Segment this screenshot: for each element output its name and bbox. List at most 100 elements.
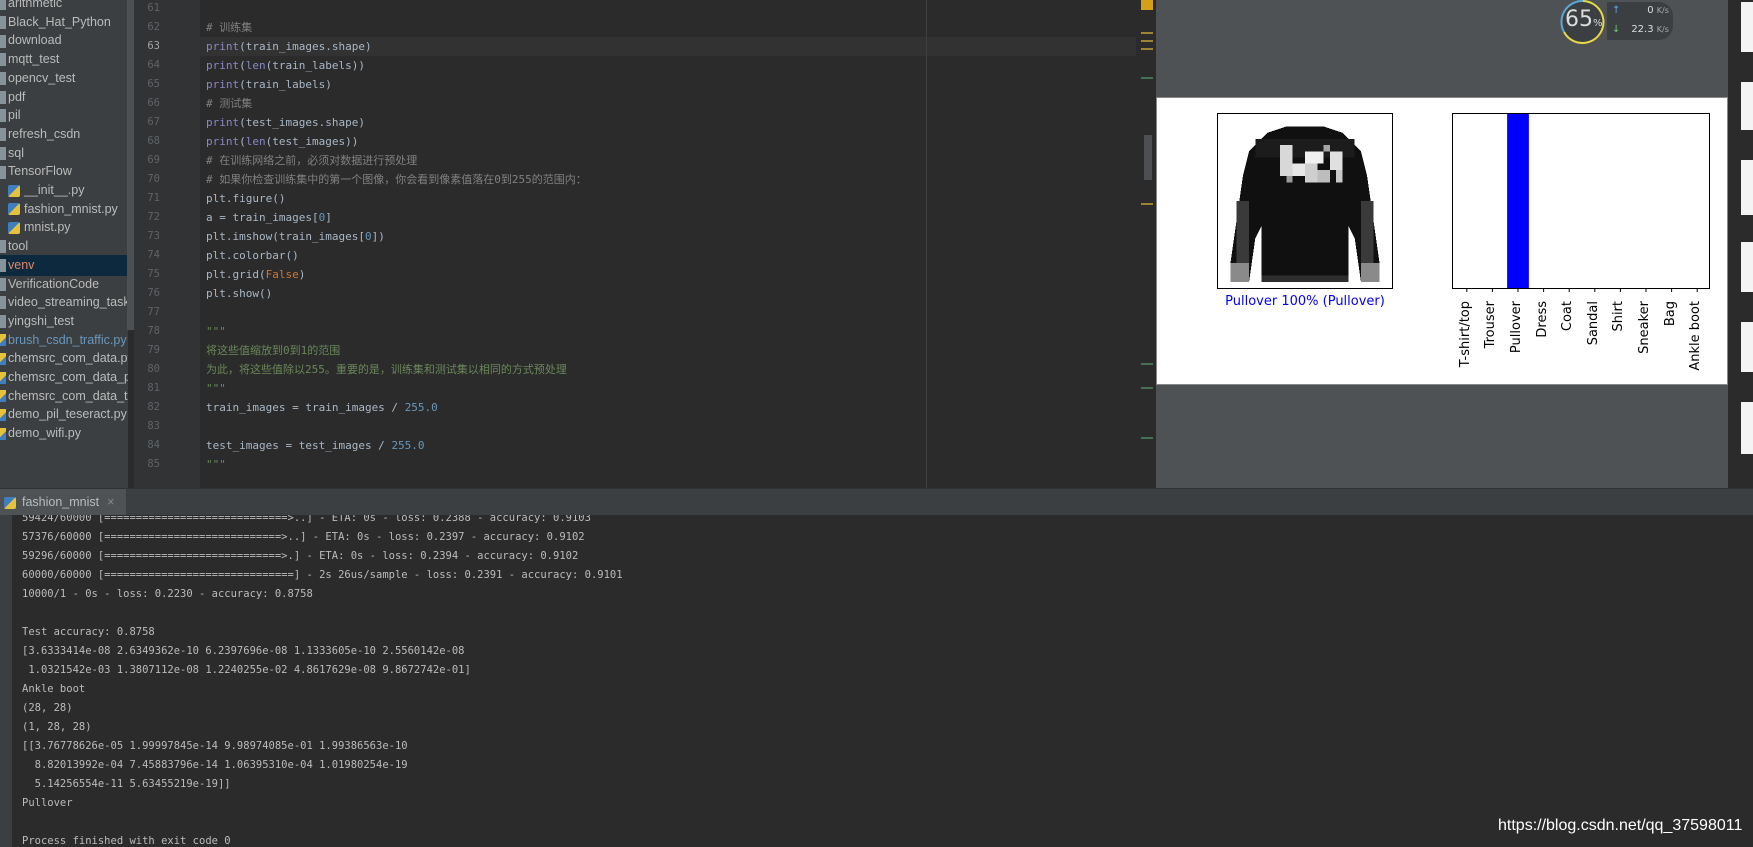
code-line[interactable]: train_images = train_images / 255.0 [206, 398, 438, 417]
x-tick-label: Bag [1662, 301, 1678, 327]
code-line[interactable]: # 在训练网络之前，必须对数据进行预处理 [206, 151, 417, 170]
code-line[interactable]: """ [206, 379, 226, 398]
download-arrow-icon: ↓ [1612, 24, 1621, 35]
console-line: Pullover [22, 797, 73, 809]
warning-marker[interactable] [1141, 0, 1153, 10]
code-line[interactable]: """ [206, 455, 226, 474]
change-marker[interactable] [1141, 437, 1153, 439]
change-marker[interactable] [1141, 363, 1153, 365]
python-file-icon [0, 334, 6, 347]
error-stripe-marker[interactable] [1141, 32, 1153, 34]
code-line[interactable]: 将这些值缩放到0到1的范围 [206, 341, 340, 360]
thumbnail-image[interactable] [1741, 402, 1753, 454]
code-line[interactable]: print(train_images.shape) [206, 37, 372, 56]
folder-icon [0, 109, 6, 123]
code-line[interactable]: plt.imshow(train_images[0]) [206, 227, 385, 246]
tree-item-label: TensorFlow [8, 164, 72, 179]
tree-item-label: yingshi_test [8, 313, 75, 328]
folder-icon [0, 128, 6, 142]
python-file-icon [8, 184, 20, 197]
tree-file[interactable]: demo_wifi.py [0, 423, 128, 444]
tree-item-label: pil [8, 108, 21, 123]
close-tab-icon[interactable]: × [107, 495, 114, 509]
tree-item-label: brush_csdn_traffic.py [8, 332, 127, 347]
run-tab-label: fashion_mnist [22, 495, 100, 509]
line-number: 64 [147, 59, 160, 71]
code-line[interactable]: plt.colorbar() [206, 246, 299, 265]
download-speed: 22.3 [1631, 24, 1654, 35]
tree-item-label: mqtt_test [8, 52, 60, 67]
code-line[interactable]: a = train_images[0] [206, 208, 332, 227]
folder-icon [0, 90, 6, 104]
code-line[interactable]: plt.grid(False) [206, 265, 305, 284]
thumbnail-image[interactable] [1741, 82, 1753, 130]
code-line[interactable]: print(len(train_labels)) [206, 56, 365, 75]
upload-arrow-icon: ↑ [1612, 5, 1621, 16]
cpu-percent: 65 [1565, 7, 1593, 32]
line-number: 71 [147, 192, 160, 204]
code-line[interactable]: plt.show() [206, 284, 272, 303]
matplotlib-figure: Pullover 100% (Pullover) T-shirt/top Trou… [1156, 97, 1728, 385]
code-line[interactable]: plt.figure() [206, 189, 285, 208]
error-stripe-marker[interactable] [1141, 48, 1153, 50]
error-stripe-marker[interactable] [1141, 203, 1153, 205]
tree-item-label: refresh_csdn [8, 126, 81, 141]
code-line[interactable]: # 测试集 [206, 94, 252, 113]
run-tab-fashion-mnist[interactable]: fashion_mnist × [0, 489, 127, 515]
sample-image-axes [1217, 113, 1393, 289]
folder-icon [0, 165, 6, 179]
tree-item-label: chemsrc_com_data_tes [8, 388, 128, 403]
thumbnail-image[interactable] [1741, 2, 1753, 52]
line-number: 78 [147, 325, 160, 337]
folder-icon [0, 240, 6, 254]
code-line[interactable]: print(train_labels) [206, 75, 332, 94]
code-line[interactable]: test_images = test_images / 255.0 [206, 436, 425, 455]
tree-item-label: tool [8, 239, 29, 254]
code-line[interactable]: """ [206, 322, 226, 341]
tree-item-label: demo_pil_teseract.py [8, 407, 127, 422]
tree-item-label: fashion_mnist.py [24, 201, 118, 216]
x-tick-label: Trouser [1483, 301, 1499, 349]
code-line[interactable]: 为此，将这些值除以255。重要的是，训练集和测试集以相同的方式预处理 [206, 360, 567, 379]
python-file-icon [8, 203, 20, 216]
thumbnail-image[interactable] [1741, 160, 1753, 215]
line-number: 84 [147, 439, 160, 451]
console-line: 59424/60000 [===========================… [22, 515, 591, 524]
console-line: Test accuracy: 0.8758 [22, 626, 155, 638]
upload-speed: 0 [1647, 5, 1654, 16]
change-marker[interactable] [1141, 77, 1153, 79]
run-tab-bar: fashion_mnist × [0, 488, 1753, 515]
line-number: 76 [147, 287, 160, 299]
console-line: [3.6333414e-08 2.6349362e-10 6.2397696e-… [22, 645, 465, 657]
folder-icon [0, 15, 6, 29]
network-monitor-widget[interactable]: 65% ↑ 0 K/s ↓ 22.3 K/s [1551, 0, 1673, 48]
x-tick-label: Coat [1560, 301, 1576, 332]
x-tick-label: Dress [1534, 301, 1550, 338]
tree-item-label: pdf [8, 89, 26, 104]
console-line: 8.82013992e-04 7.45883796e-14 1.06395310… [22, 759, 408, 771]
line-number: 82 [147, 401, 160, 413]
error-stripe-marker[interactable] [1141, 40, 1153, 42]
thumbnail-image[interactable] [1741, 322, 1753, 372]
console-line: 10000/1 - 0s - loss: 0.2230 - accuracy: … [22, 588, 313, 600]
line-number: 75 [147, 268, 160, 280]
folder-icon [0, 315, 6, 329]
code-editor[interactable]: # 训练集 print(train_images.shape) print(len(… [200, 0, 1156, 488]
change-marker[interactable] [1141, 387, 1153, 389]
console-toolbar [0, 515, 12, 847]
prediction-label: Pullover 100% (Pullover) [1225, 294, 1385, 309]
project-tree-scrollbar[interactable] [127, 0, 134, 330]
code-line[interactable]: print(test_images.shape) [206, 113, 365, 132]
code-line[interactable]: print(len(test_images)) [206, 132, 358, 151]
tree-item-label: venv [8, 257, 35, 272]
editor-scrollbar[interactable] [1136, 0, 1156, 488]
code-line[interactable]: # 训练集 [206, 18, 252, 37]
run-console[interactable]: 59424/60000 [===========================… [0, 515, 1753, 847]
line-number: 63 [147, 40, 160, 52]
thumbnail-image[interactable] [1741, 242, 1753, 292]
folder-icon [0, 296, 6, 310]
scroll-thumb[interactable] [1144, 135, 1152, 180]
code-line[interactable]: # 如果你检查训练集中的第一个图像，你会看到像素值落在0到255的范围内： [206, 170, 587, 189]
prediction-bar-axes [1452, 113, 1710, 292]
line-number: 77 [147, 306, 160, 318]
